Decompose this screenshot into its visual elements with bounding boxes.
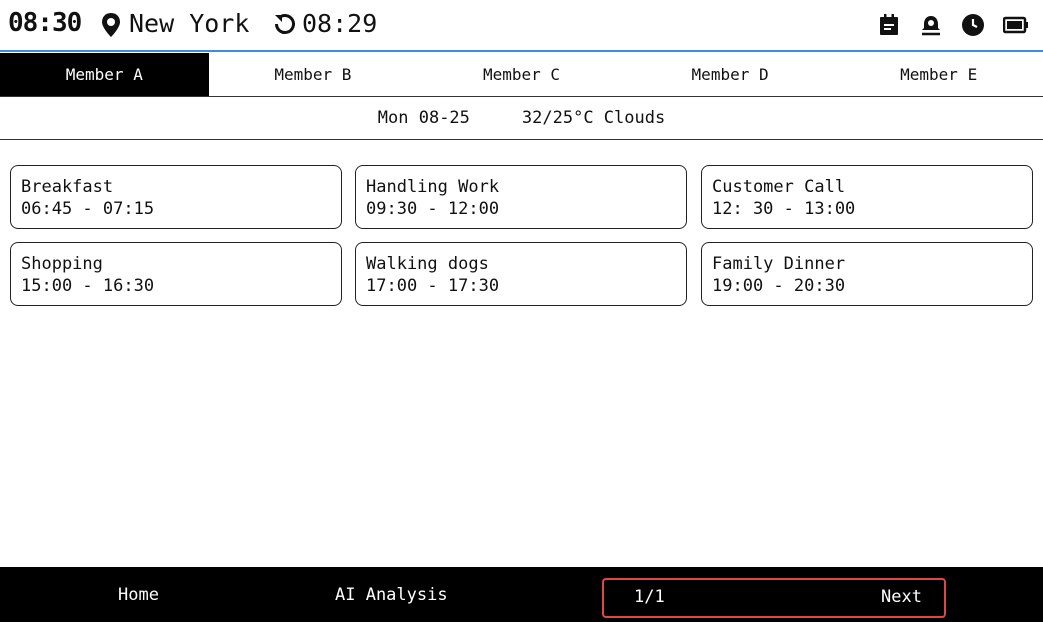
location-label: New York	[129, 9, 250, 38]
tab-member-e[interactable]: Member E	[834, 53, 1043, 96]
status-bar: 08:30 New York 08:29	[0, 0, 1043, 52]
event-card[interactable]: Shopping 15:00 - 16:30	[10, 242, 342, 306]
home-button[interactable]: Home	[118, 585, 159, 605]
clock-icon[interactable]	[961, 13, 985, 37]
tab-member-b[interactable]: Member B	[209, 53, 418, 96]
event-time: 09:30 - 12:00	[366, 199, 500, 219]
event-time: 17:00 - 17:30	[366, 276, 500, 296]
sync-icon	[273, 12, 297, 36]
date-label: Mon 08-25	[377, 108, 470, 128]
bottom-bar: Home AI Analysis 1/1 Next	[0, 567, 1043, 622]
event-time: 12: 30 - 13:00	[712, 199, 856, 219]
tab-member-a[interactable]: Member A	[0, 53, 209, 96]
event-title: Customer Call	[712, 177, 846, 197]
event-card[interactable]: Customer Call 12: 30 - 13:00	[701, 165, 1033, 229]
event-card[interactable]: Walking dogs 17:00 - 17:30	[355, 242, 687, 306]
tab-member-d[interactable]: Member D	[626, 53, 835, 96]
member-tabs: Member A Member B Member C Member D Memb…	[0, 53, 1043, 97]
event-title: Breakfast	[21, 177, 114, 197]
location-pin-icon	[100, 12, 122, 38]
event-title: Handling Work	[366, 177, 500, 197]
ai-analysis-button[interactable]: AI Analysis	[335, 585, 448, 605]
tab-member-c[interactable]: Member C	[417, 53, 626, 96]
event-time: 06:45 - 07:15	[21, 199, 155, 219]
event-title: Family Dinner	[712, 254, 846, 274]
battery-icon	[1002, 13, 1028, 37]
calendar-icon[interactable]	[877, 13, 901, 37]
last-sync-time: 08:29	[302, 9, 378, 38]
weather-label: 32/25°C Clouds	[521, 108, 666, 128]
event-card[interactable]: Breakfast 06:45 - 07:15	[10, 165, 342, 229]
event-title: Walking dogs	[366, 254, 489, 274]
event-card[interactable]: Family Dinner 19:00 - 20:30	[701, 242, 1033, 306]
date-weather-row: Mon 08-25 32/25°C Clouds	[0, 97, 1043, 140]
event-time: 19:00 - 20:30	[712, 276, 846, 296]
next-button[interactable]: Next	[881, 587, 922, 607]
clock-time: 08:30	[8, 8, 82, 38]
pagination-control: 1/1 Next	[602, 578, 946, 618]
event-card[interactable]: Handling Work 09:30 - 12:00	[355, 165, 687, 229]
event-time: 15:00 - 16:30	[21, 276, 155, 296]
page-indicator: 1/1	[634, 587, 665, 607]
alarm-icon[interactable]	[919, 13, 943, 37]
event-title: Shopping	[21, 254, 103, 274]
